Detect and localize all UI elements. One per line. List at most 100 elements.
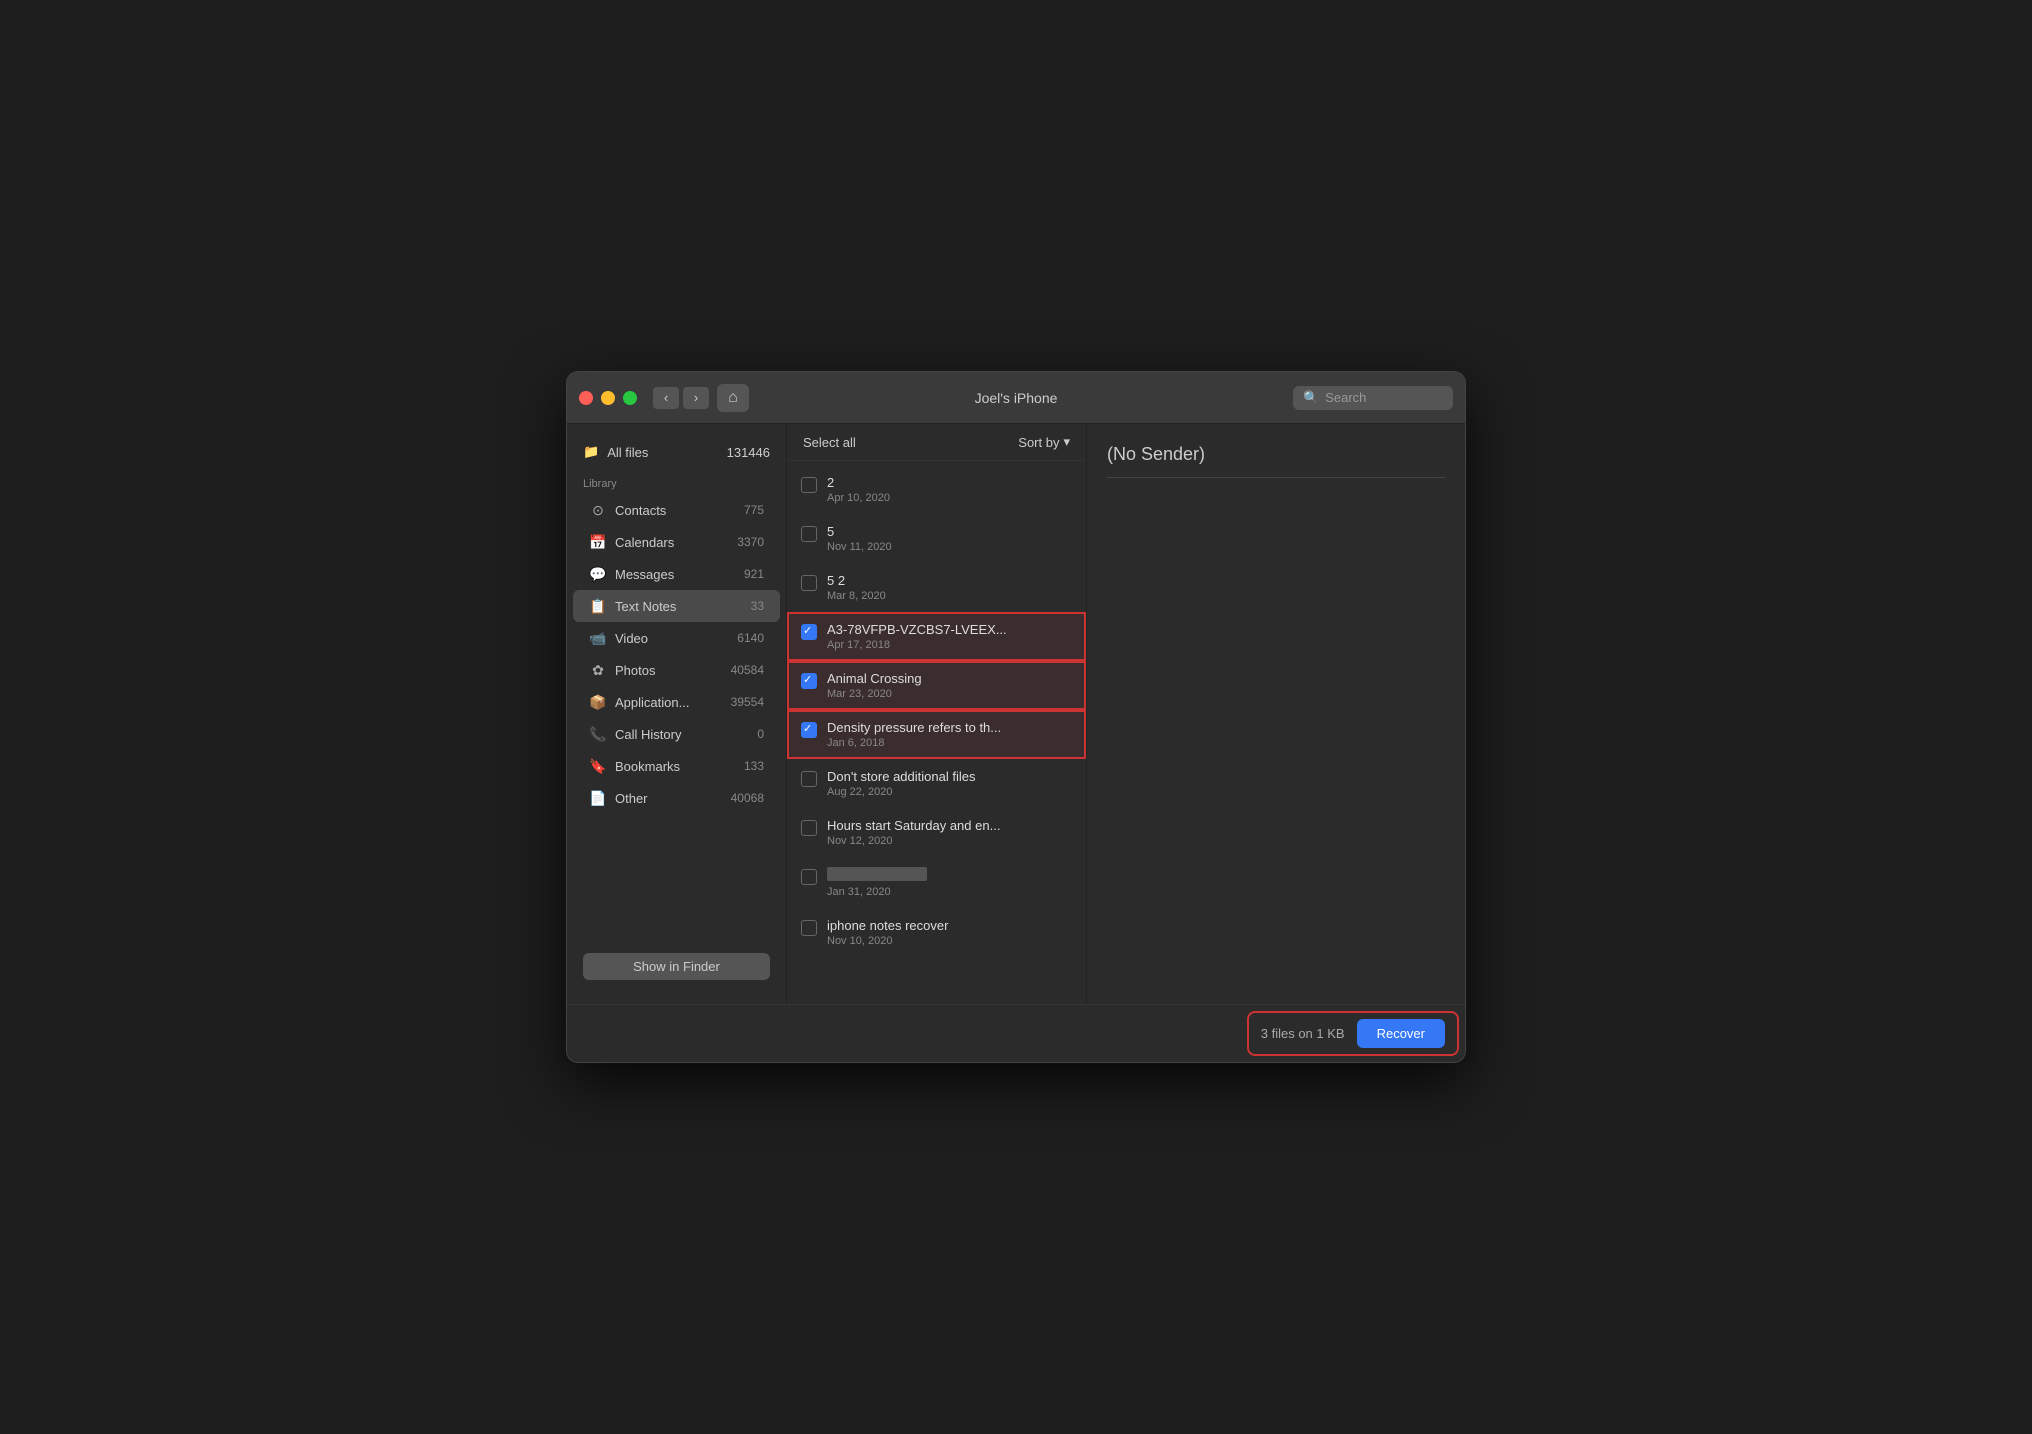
- sidebar-item-calendars[interactable]: 📅 Calendars 3370: [573, 526, 780, 558]
- back-button[interactable]: ‹: [653, 387, 679, 409]
- file-checkbox[interactable]: [801, 869, 817, 885]
- list-item[interactable]: iphone notes recover Nov 10, 2020: [787, 908, 1086, 957]
- all-files-item[interactable]: 📁 All files 131446: [567, 436, 786, 468]
- file-date: Nov 10, 2020: [827, 935, 1072, 947]
- sidebar-item-label: Photos: [615, 663, 655, 678]
- bookmarks-count: 133: [744, 759, 764, 773]
- file-date: Mar 23, 2020: [827, 688, 1072, 700]
- sidebar-item-photos[interactable]: ✿ Photos 40584: [573, 654, 780, 686]
- file-checkbox[interactable]: [801, 920, 817, 936]
- video-count: 6140: [737, 631, 764, 645]
- divider: [1107, 477, 1445, 478]
- sort-by-button[interactable]: Sort by ▾: [1018, 434, 1070, 450]
- sidebar: 📁 All files 131446 Library ⊙ Contacts 77…: [567, 424, 787, 1004]
- close-button[interactable]: [579, 391, 593, 405]
- sidebar-item-text-notes[interactable]: 📋 Text Notes 33: [573, 590, 780, 622]
- search-bar[interactable]: 🔍 Search: [1293, 386, 1453, 410]
- contacts-icon: ⊙: [589, 501, 607, 519]
- sidebar-item-label: Call History: [615, 727, 681, 742]
- all-files-icon: 📁: [583, 444, 599, 460]
- sort-by-chevron-icon: ▾: [1063, 434, 1070, 450]
- file-list: 2 Apr 10, 2020 5 Nov 11, 2020: [787, 461, 1086, 1004]
- list-item[interactable]: 5 2 Mar 8, 2020: [787, 563, 1086, 612]
- recover-button[interactable]: Recover: [1357, 1019, 1445, 1048]
- photos-icon: ✿: [589, 661, 607, 679]
- list-item[interactable]: Jan 31, 2020: [787, 857, 1086, 908]
- bottom-bar: 3 files on 1 KB Recover: [1249, 1013, 1457, 1054]
- file-name: 5: [827, 524, 1072, 539]
- file-checkbox[interactable]: [801, 477, 817, 493]
- sidebar-item-contacts[interactable]: ⊙ Contacts 775: [573, 494, 780, 526]
- sidebar-item-bookmarks[interactable]: 🔖 Bookmarks 133: [573, 750, 780, 782]
- file-name: [827, 867, 1072, 884]
- sender-label: (No Sender): [1107, 444, 1445, 465]
- sidebar-item-applications[interactable]: 📦 Application... 39554: [573, 686, 780, 718]
- maximize-button[interactable]: [623, 391, 637, 405]
- text-notes-count: 33: [751, 599, 764, 613]
- show-in-finder-button[interactable]: Show in Finder: [583, 953, 770, 980]
- sidebar-item-call-history[interactable]: 📞 Call History 0: [573, 718, 780, 750]
- file-checkbox[interactable]: [801, 820, 817, 836]
- minimize-button[interactable]: [601, 391, 615, 405]
- window-title: Joel's iPhone: [975, 390, 1058, 406]
- call-history-icon: 📞: [589, 725, 607, 743]
- sidebar-item-label: Text Notes: [615, 599, 676, 614]
- list-item[interactable]: Hours start Saturday and en... Nov 12, 2…: [787, 808, 1086, 857]
- sidebar-footer: Show in Finder: [567, 941, 786, 992]
- list-item[interactable]: 5 Nov 11, 2020: [787, 514, 1086, 563]
- list-item[interactable]: Don't store additional files Aug 22, 202…: [787, 759, 1086, 808]
- middle-header: Select all Sort by ▾: [787, 424, 1086, 461]
- bookmarks-icon: 🔖: [589, 757, 607, 775]
- list-item[interactable]: A3-78VFPB-VZCBS7-LVEEX... Apr 17, 2018: [787, 612, 1086, 661]
- file-name: Hours start Saturday and en...: [827, 818, 1072, 833]
- sidebar-item-messages[interactable]: 💬 Messages 921: [573, 558, 780, 590]
- search-label: Search: [1325, 390, 1366, 405]
- sidebar-item-label: Application...: [615, 695, 689, 710]
- file-checkbox[interactable]: [801, 722, 817, 738]
- list-item[interactable]: Animal Crossing Mar 23, 2020: [787, 661, 1086, 710]
- middle-pane: Select all Sort by ▾ 2 Apr 10, 2020: [787, 424, 1087, 1004]
- other-icon: 📄: [589, 789, 607, 807]
- forward-button[interactable]: ›: [683, 387, 709, 409]
- home-button[interactable]: ⌂: [717, 384, 749, 412]
- files-info: 3 files on 1 KB: [1261, 1026, 1345, 1041]
- calendars-count: 3370: [737, 535, 764, 549]
- select-all-button[interactable]: Select all: [803, 435, 856, 450]
- library-section-label: Library: [567, 468, 786, 494]
- file-date: Jan 6, 2018: [827, 737, 1072, 749]
- file-date: Apr 17, 2018: [827, 639, 1072, 651]
- file-checkbox[interactable]: [801, 526, 817, 542]
- calendars-icon: 📅: [589, 533, 607, 551]
- messages-count: 921: [744, 567, 764, 581]
- file-checkbox[interactable]: [801, 624, 817, 640]
- file-date: Jan 31, 2020: [827, 886, 1072, 898]
- titlebar: ‹ › ⌂ Joel's iPhone 🔍 Search: [567, 372, 1465, 424]
- sidebar-item-label: Bookmarks: [615, 759, 680, 774]
- file-checkbox[interactable]: [801, 673, 817, 689]
- redacted-content: [827, 867, 927, 881]
- sidebar-item-other[interactable]: 📄 Other 40068: [573, 782, 780, 814]
- file-date: Nov 12, 2020: [827, 835, 1072, 847]
- other-count: 40068: [731, 791, 764, 805]
- list-item[interactable]: Density pressure refers to th... Jan 6, …: [787, 710, 1086, 759]
- nav-buttons: ‹ ›: [653, 387, 709, 409]
- file-checkbox[interactable]: [801, 771, 817, 787]
- list-item[interactable]: 2 Apr 10, 2020: [787, 465, 1086, 514]
- applications-count: 39554: [731, 695, 764, 709]
- file-name: Don't store additional files: [827, 769, 1072, 784]
- file-name: A3-78VFPB-VZCBS7-LVEEX...: [827, 622, 1072, 637]
- sidebar-item-label: Other: [615, 791, 648, 806]
- app-window: ‹ › ⌂ Joel's iPhone 🔍 Search 📁 All files…: [566, 371, 1466, 1063]
- contacts-count: 775: [744, 503, 764, 517]
- video-icon: 📹: [589, 629, 607, 647]
- sidebar-item-label: Messages: [615, 567, 674, 582]
- sidebar-item-video[interactable]: 📹 Video 6140: [573, 622, 780, 654]
- file-checkbox[interactable]: [801, 575, 817, 591]
- text-notes-icon: 📋: [589, 597, 607, 615]
- applications-icon: 📦: [589, 693, 607, 711]
- file-date: Mar 8, 2020: [827, 590, 1072, 602]
- file-date: Apr 10, 2020: [827, 492, 1072, 504]
- sidebar-item-label: Calendars: [615, 535, 674, 550]
- sidebar-item-label: Contacts: [615, 503, 666, 518]
- file-date: Aug 22, 2020: [827, 786, 1072, 798]
